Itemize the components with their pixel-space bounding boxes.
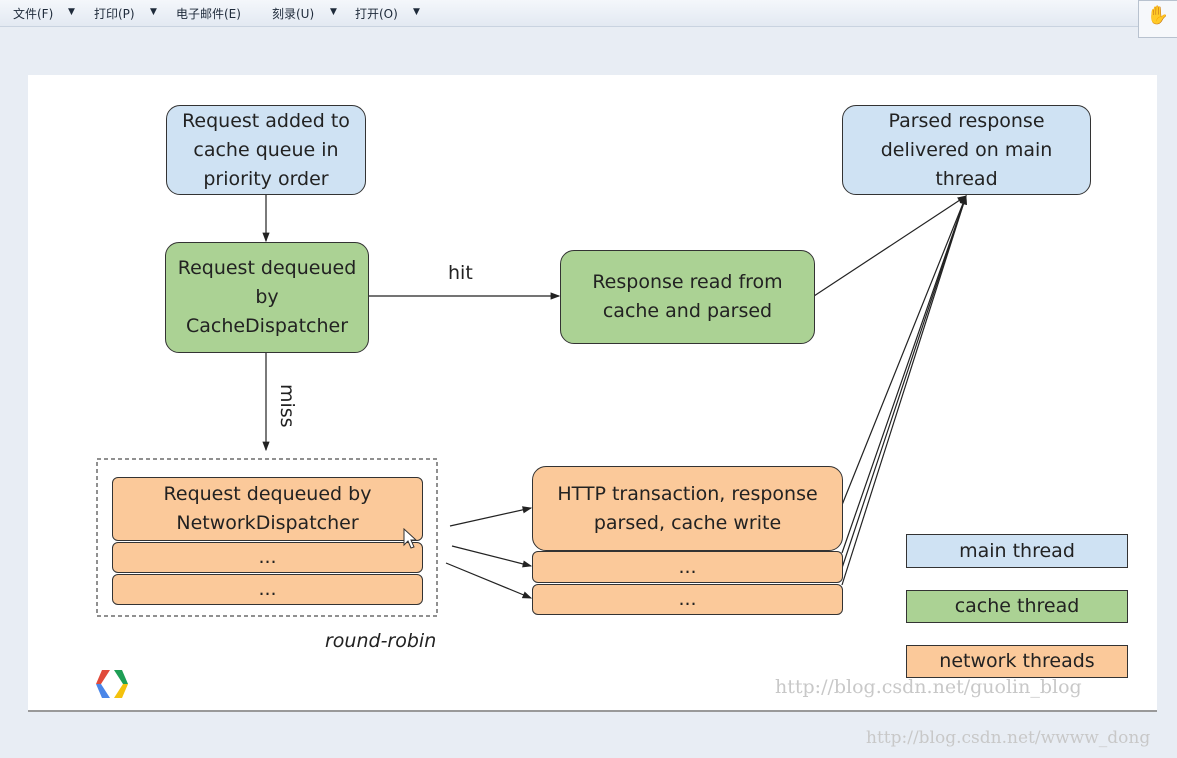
node-network-dispatcher: Request dequeued by NetworkDispatcher — [112, 477, 423, 541]
arrow-net-1 — [449, 506, 533, 527]
node-delivered: Parsed response delivered on main thread — [842, 105, 1091, 195]
arrow-http-to-main — [841, 194, 967, 586]
legend-network-threads: network threads — [906, 645, 1128, 678]
legend-main-thread: main thread — [906, 534, 1128, 568]
arrow-http-to-main — [841, 194, 967, 506]
label-round-robin: round-robin — [325, 630, 437, 652]
node-cache-read: Response read from cache and parsed — [560, 250, 815, 344]
edge-label-hit: hit — [448, 262, 473, 284]
arrow-cache-to-main — [813, 195, 968, 297]
arrow-http-to-main — [841, 194, 967, 554]
edge-label-miss: miss — [276, 384, 298, 428]
arrow-net-3 — [445, 562, 533, 599]
mouse-cursor-icon — [403, 528, 418, 549]
node-network-more: ... — [112, 574, 423, 605]
watermark: http://blog.csdn.net/guolin_blog — [775, 676, 1082, 698]
watermark: http://blog.csdn.net/wwww_dong — [866, 728, 1151, 748]
node-http-more: ... — [532, 551, 843, 583]
arrow-net-2 — [451, 545, 533, 568]
node-http-more: ... — [532, 584, 843, 615]
node-network-more: ... — [112, 542, 423, 573]
node-http: HTTP transaction, response parsed, cache… — [532, 466, 843, 551]
arrow-http-to-main — [841, 194, 967, 569]
node-cache-dispatcher: Request dequeued by CacheDispatcher — [165, 242, 369, 353]
legend-cache-thread: cache thread — [906, 590, 1128, 623]
google-developers-logo — [96, 670, 128, 698]
node-queue: Request added to cache queue in priority… — [166, 105, 366, 195]
